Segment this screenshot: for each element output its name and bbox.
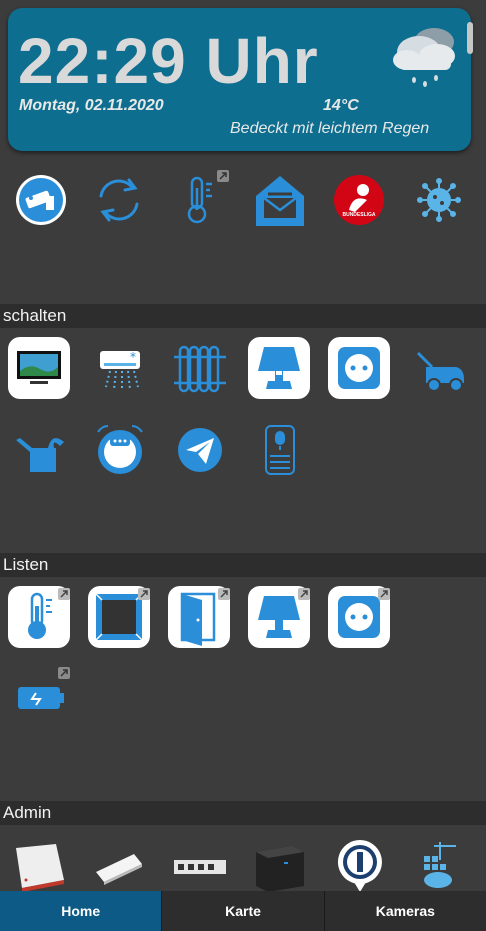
- docker-icon[interactable]: [408, 834, 472, 898]
- nas-icon[interactable]: [248, 834, 312, 898]
- window-list-tile[interactable]: [88, 586, 150, 648]
- robot-vacuum-icon[interactable]: [88, 418, 152, 482]
- svg-text:*: *: [130, 350, 136, 364]
- fritzbox-icon[interactable]: [8, 834, 72, 898]
- lamp-icon: [258, 347, 300, 389]
- lamp-list-tile[interactable]: [248, 586, 310, 648]
- expand-corner-icon: [58, 588, 70, 600]
- socket-tile[interactable]: [328, 337, 390, 399]
- smart-speaker-icon[interactable]: [248, 418, 312, 482]
- clock-weather-widget: 22:29 Uhr Montag, 02.11.2020 14°C Bedeck…: [8, 8, 473, 151]
- watering-can-icon[interactable]: [8, 418, 72, 482]
- section-header-admin: Admin: [0, 801, 486, 825]
- telegram-icon[interactable]: [168, 418, 232, 482]
- door-list-tile[interactable]: [168, 586, 230, 648]
- weather-condition: Bedeckt mit leichtem Regen: [230, 120, 430, 137]
- tv-icon: [17, 351, 61, 384]
- expand-corner-icon: [378, 588, 390, 600]
- thermometer-list-tile[interactable]: [8, 586, 70, 648]
- thermometer-icon[interactable]: [166, 168, 230, 232]
- tab-home[interactable]: Home: [0, 891, 163, 931]
- section-header-schalten: schalten: [0, 304, 486, 328]
- bottom-navigation: Home Karte Kameras: [0, 891, 486, 931]
- mailbox-icon[interactable]: [248, 168, 312, 232]
- scroll-indicator[interactable]: [467, 22, 473, 54]
- tab-kameras[interactable]: Kameras: [323, 891, 486, 931]
- current-date: Montag, 02.11.2020: [19, 97, 164, 114]
- switch-icon[interactable]: [168, 834, 232, 898]
- expand-corner-icon: [138, 588, 150, 600]
- expand-corner-icon: [298, 588, 310, 600]
- expand-corner-icon: [58, 667, 70, 679]
- expand-corner-icon: [217, 170, 229, 182]
- bundesliga-icon[interactable]: BUNDESLIGA: [327, 168, 391, 232]
- socket-list-tile[interactable]: [328, 586, 390, 648]
- section-header-listen: Listen: [0, 553, 486, 577]
- lawnmower-icon[interactable]: [408, 337, 472, 401]
- svg-text:BUNDESLIGA: BUNDESLIGA: [342, 212, 375, 218]
- refresh-icon[interactable]: [87, 168, 151, 232]
- tv-tile[interactable]: [8, 337, 70, 399]
- tab-karte[interactable]: Karte: [162, 891, 323, 931]
- clock-time: 22:29 Uhr: [18, 25, 319, 97]
- lamp-tile[interactable]: [248, 337, 310, 399]
- socket-icon: [338, 347, 380, 389]
- temperature: 14°C: [323, 97, 359, 114]
- virus-icon[interactable]: [407, 168, 471, 232]
- iobroker-icon[interactable]: [328, 834, 392, 898]
- battery-icon[interactable]: [8, 665, 72, 729]
- usb-stick-icon[interactable]: [88, 834, 152, 898]
- expand-corner-icon: [218, 588, 230, 600]
- camera-icon[interactable]: [9, 168, 73, 232]
- air-conditioner-icon[interactable]: *: [88, 337, 152, 401]
- radiator-icon[interactable]: [168, 337, 232, 401]
- cloud-rain-icon: [393, 28, 455, 87]
